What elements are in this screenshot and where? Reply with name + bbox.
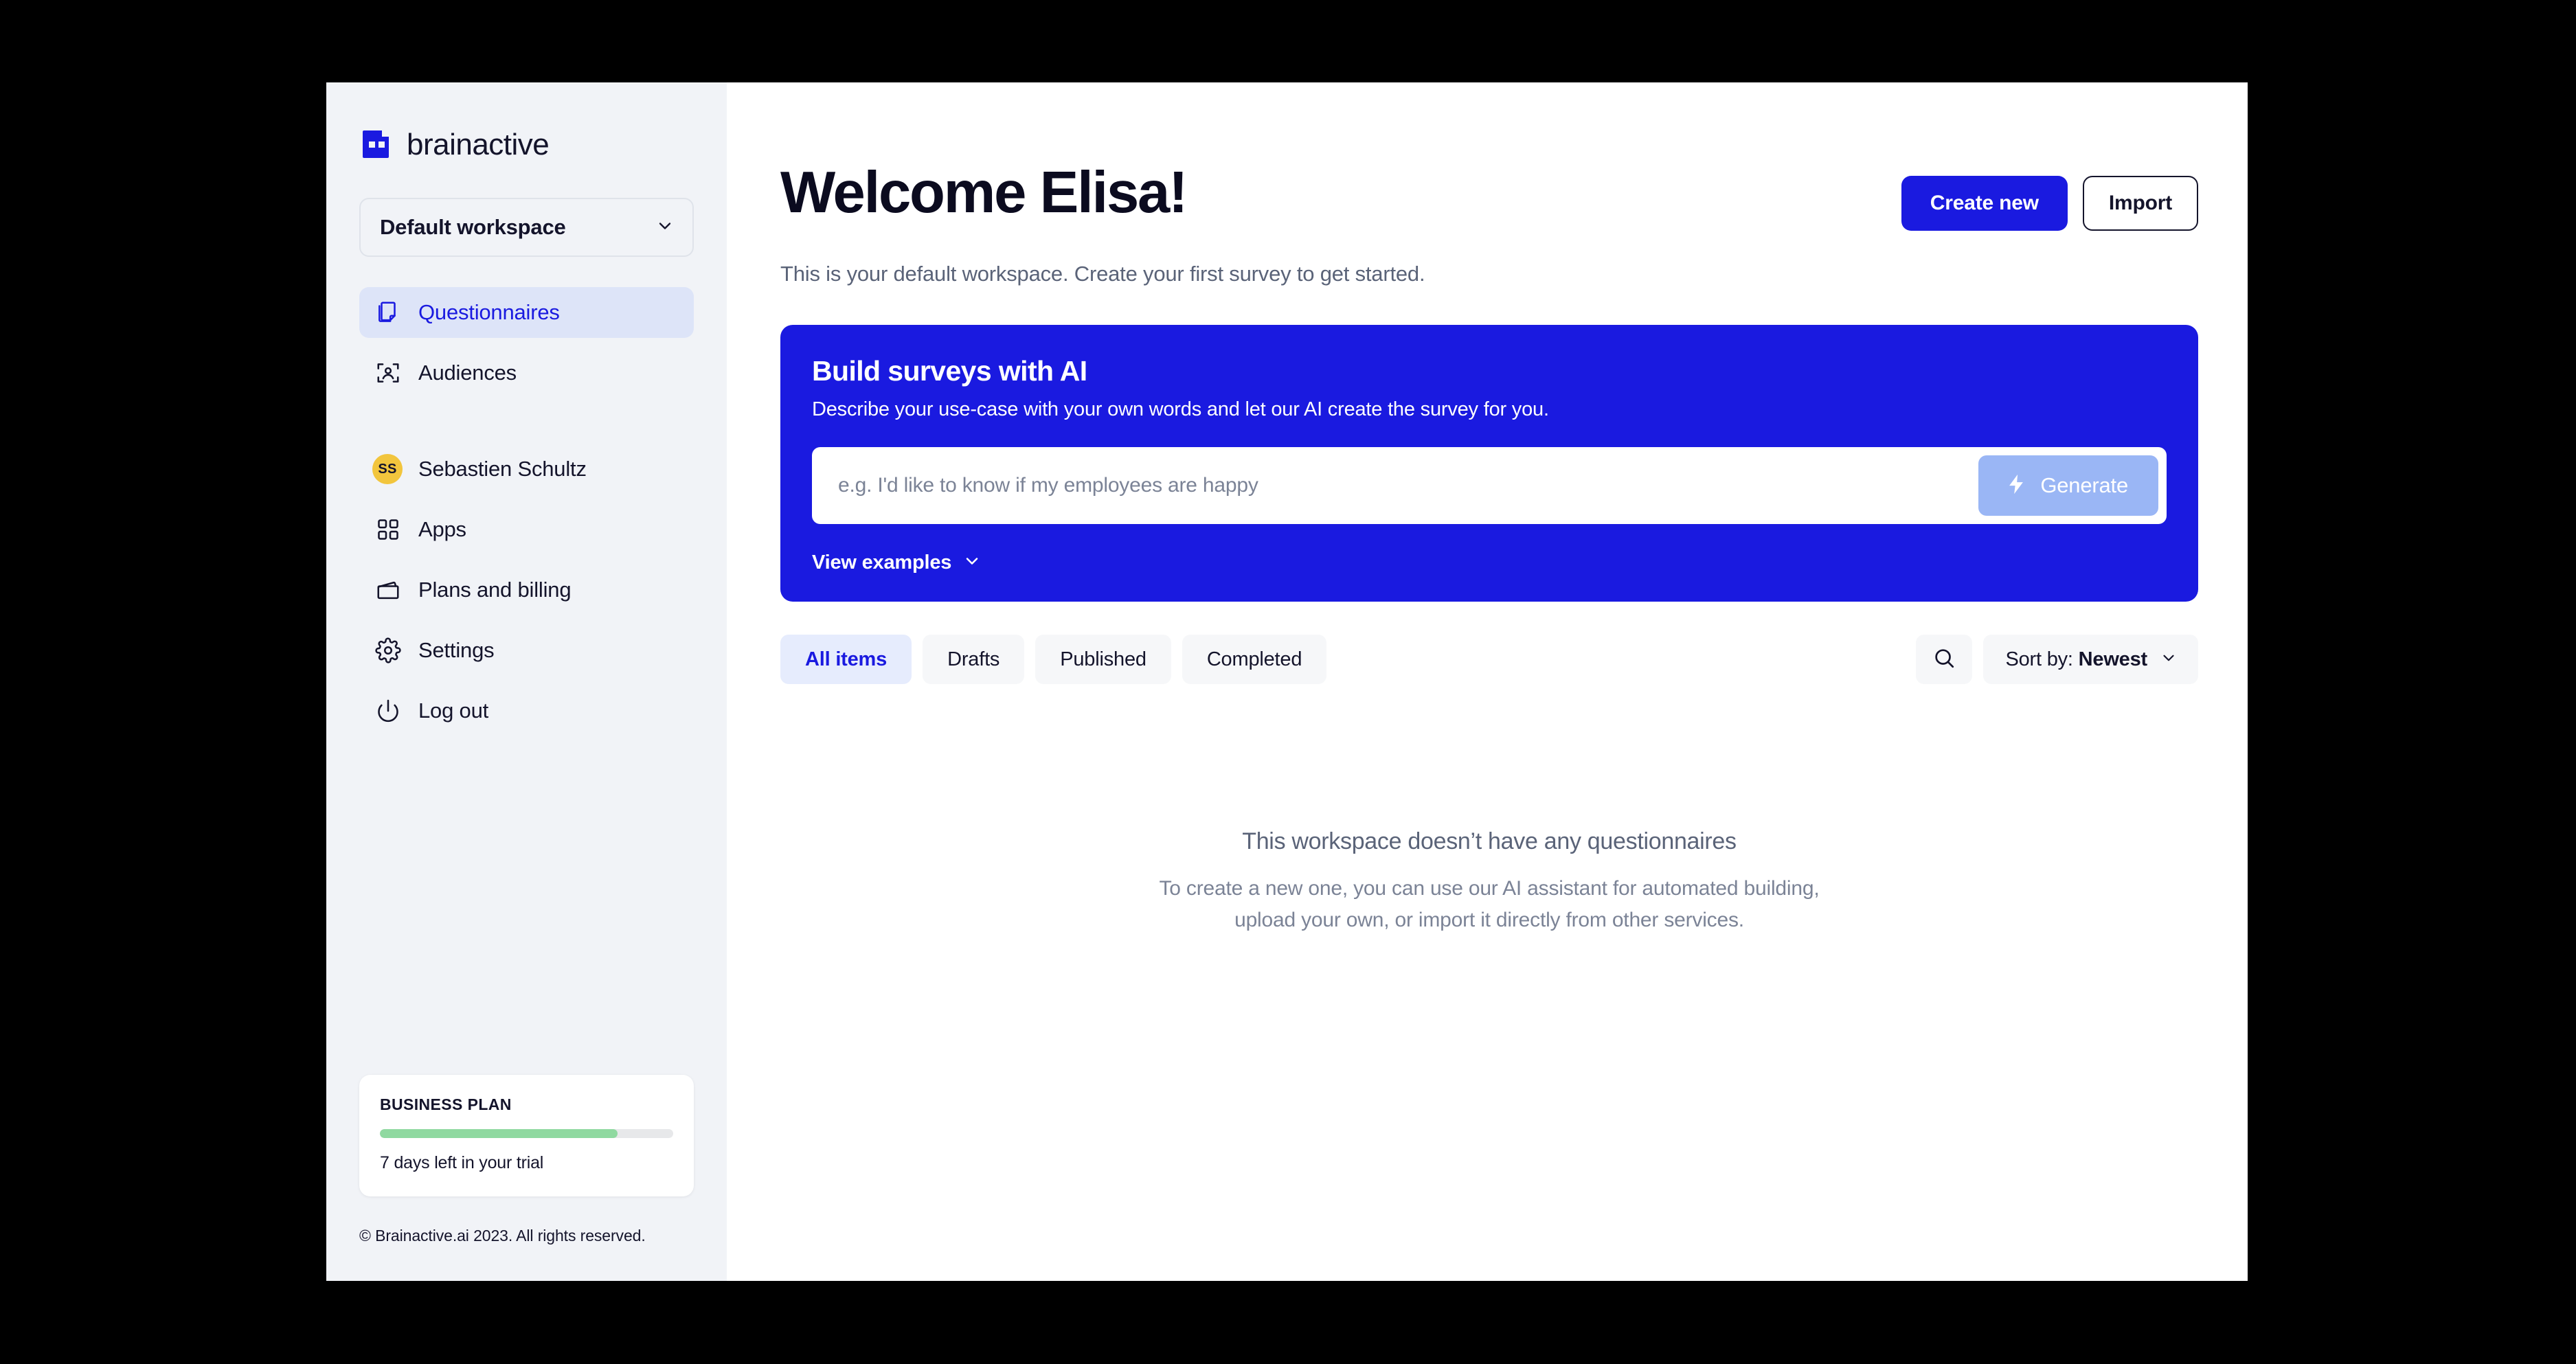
brand-name: brainactive — [407, 128, 550, 161]
lightning-bolt-icon — [2004, 473, 2028, 499]
avatar: SS — [372, 454, 403, 484]
sidebar-item-apps[interactable]: Apps — [359, 504, 694, 555]
header-actions: Create new Import — [1901, 176, 2198, 231]
empty-state-line-2: upload your own, or import it directly f… — [1234, 909, 1744, 931]
workspace-selector[interactable]: Default workspace — [359, 198, 694, 257]
page-title: Welcome Elisa! — [780, 160, 1188, 225]
sidebar-nav: Questionnaires Audiences SS Sebastien Sc… — [359, 287, 694, 736]
sidebar-item-audiences[interactable]: Audiences — [359, 348, 694, 398]
trial-days-left: 7 days left in your trial — [380, 1153, 544, 1172]
sidebar-item-label: Audiences — [418, 361, 517, 385]
sidebar-item-label: Apps — [418, 517, 466, 541]
sidebar-item-label: Plans and billing — [418, 578, 572, 602]
brainactive-logo-icon — [361, 129, 393, 161]
plan-card[interactable]: BUSINESS PLAN 7 days left in your trial — [359, 1075, 694, 1196]
grid-apps-icon — [374, 516, 402, 543]
sidebar: brainactive Default workspace Questionna… — [326, 82, 727, 1281]
power-icon — [374, 697, 402, 725]
generate-button[interactable]: Generate — [1978, 455, 2158, 516]
sidebar-item-plans-and-billing[interactable]: Plans and billing — [359, 565, 694, 615]
sidebar-item-label: Sebastien Schultz — [418, 457, 587, 481]
filter-tab-drafts[interactable]: Drafts — [923, 635, 1025, 684]
toolbar-right: Sort by: Newest — [1916, 635, 2198, 684]
sort-prefix: Sort by: — [2005, 648, 2073, 670]
view-examples-toggle[interactable]: View examples — [812, 552, 982, 574]
sidebar-item-label: Questionnaires — [418, 300, 560, 324]
wallet-icon — [374, 576, 402, 604]
plan-title: BUSINESS PLAN — [380, 1095, 512, 1113]
sidebar-item-user-profile[interactable]: SS Sebastien Schultz — [359, 444, 694, 495]
filter-tab-published[interactable]: Published — [1035, 635, 1171, 684]
sidebar-item-label: Settings — [418, 638, 495, 662]
documents-icon — [374, 299, 402, 326]
empty-state: This workspace doesn’t have any question… — [780, 828, 2198, 932]
sidebar-item-questionnaires[interactable]: Questionnaires — [359, 287, 694, 338]
sort-label: Sort by: Newest — [2005, 648, 2147, 671]
ai-prompt-row: Generate — [812, 447, 2167, 524]
page-subtitle: This is your default workspace. Create y… — [780, 262, 1425, 286]
chevron-down-icon — [962, 552, 982, 574]
avatar-initials: SS — [372, 454, 403, 484]
sort-dropdown[interactable]: Sort by: Newest — [1983, 635, 2198, 684]
ai-builder-panel: Build surveys with AI Describe your use-… — [780, 325, 2198, 602]
sidebar-item-label: Log out — [418, 698, 489, 723]
trial-progress-bar — [380, 1129, 673, 1138]
empty-state-line-1: To create a new one, you can use our AI … — [1159, 877, 1820, 900]
ai-panel-description: Describe your use-case with your own wor… — [812, 398, 1549, 420]
trial-progress-fill — [380, 1129, 618, 1138]
filter-tabs: All items Drafts Published Completed — [780, 635, 1327, 684]
gear-icon — [374, 637, 402, 664]
filter-tab-completed[interactable]: Completed — [1182, 635, 1327, 684]
search-icon — [1932, 646, 1956, 673]
app-window: brainactive Default workspace Questionna… — [326, 82, 2248, 1281]
list-toolbar: All items Drafts Published Completed Sor… — [780, 635, 2198, 684]
chevron-down-icon — [2160, 649, 2178, 670]
import-button[interactable]: Import — [2082, 176, 2198, 231]
sidebar-item-settings[interactable]: Settings — [359, 625, 694, 676]
create-new-button[interactable]: Create new — [1901, 176, 2068, 231]
sort-value: Newest — [2078, 648, 2148, 670]
workspace-label: Default workspace — [380, 215, 566, 239]
filter-tab-all-items[interactable]: All items — [780, 635, 912, 684]
view-examples-label: View examples — [812, 552, 952, 573]
search-button[interactable] — [1916, 635, 1973, 684]
generate-button-label: Generate — [2040, 473, 2128, 497]
brand-logo[interactable]: brainactive — [359, 129, 694, 161]
copyright-text: © Brainactive.ai 2023. All rights reserv… — [359, 1227, 646, 1244]
sidebar-item-log-out[interactable]: Log out — [359, 685, 694, 736]
ai-panel-title: Build surveys with AI — [812, 355, 1087, 387]
ai-prompt-input[interactable] — [838, 474, 1979, 497]
empty-state-title: This workspace doesn’t have any question… — [1242, 828, 1737, 854]
main-content: Welcome Elisa! Create new Import This is… — [727, 82, 2248, 1281]
page-header: Welcome Elisa! Create new Import — [780, 163, 2198, 231]
chevron-down-icon — [655, 216, 675, 239]
audience-icon — [374, 359, 402, 387]
